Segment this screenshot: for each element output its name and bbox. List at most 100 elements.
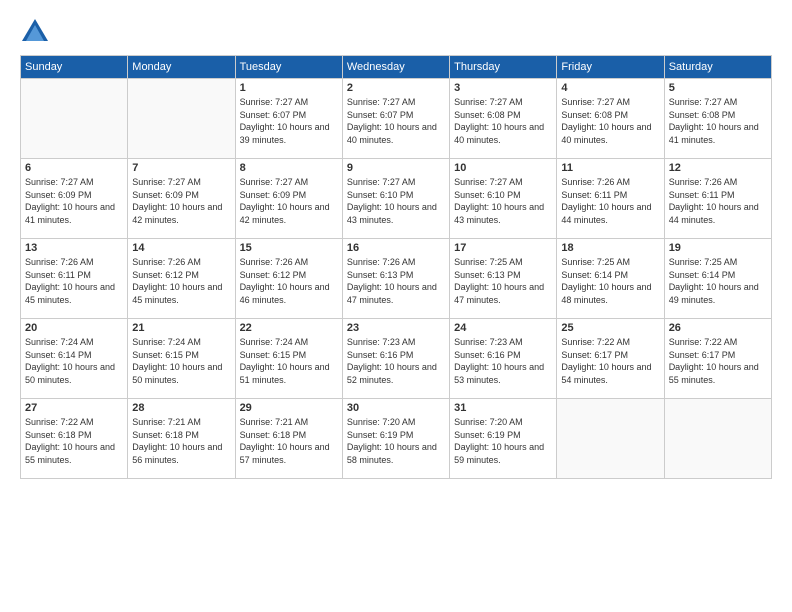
calendar-cell: 21 Sunrise: 7:24 AMSunset: 6:15 PMDayligh…: [128, 319, 235, 399]
day-number: 12: [669, 162, 767, 174]
day-number: 24: [454, 322, 552, 334]
header: [20, 15, 772, 45]
calendar-cell: 28 Sunrise: 7:21 AMSunset: 6:18 PMDayligh…: [128, 399, 235, 479]
calendar-cell: 3 Sunrise: 7:27 AMSunset: 6:08 PMDaylight…: [450, 79, 557, 159]
day-info: Sunrise: 7:22 AMSunset: 6:17 PMDaylight:…: [561, 336, 659, 386]
day-info: Sunrise: 7:23 AMSunset: 6:16 PMDaylight:…: [454, 336, 552, 386]
calendar-cell: 22 Sunrise: 7:24 AMSunset: 6:15 PMDayligh…: [235, 319, 342, 399]
day-info: Sunrise: 7:24 AMSunset: 6:15 PMDaylight:…: [132, 336, 230, 386]
day-number: 23: [347, 322, 445, 334]
day-info: Sunrise: 7:26 AMSunset: 6:11 PMDaylight:…: [669, 176, 767, 226]
calendar-cell: 6 Sunrise: 7:27 AMSunset: 6:09 PMDaylight…: [21, 159, 128, 239]
day-number: 10: [454, 162, 552, 174]
calendar-cell: 12 Sunrise: 7:26 AMSunset: 6:11 PMDayligh…: [664, 159, 771, 239]
day-number: 21: [132, 322, 230, 334]
page: SundayMondayTuesdayWednesdayThursdayFrid…: [0, 0, 792, 612]
day-info: Sunrise: 7:27 AMSunset: 6:08 PMDaylight:…: [454, 96, 552, 146]
day-number: 8: [240, 162, 338, 174]
day-number: 4: [561, 82, 659, 94]
calendar-cell: 23 Sunrise: 7:23 AMSunset: 6:16 PMDayligh…: [342, 319, 449, 399]
calendar-header-tuesday: Tuesday: [235, 56, 342, 79]
calendar-cell: 1Sunrise: 7:27 AMSunset: 6:07 PMDaylight…: [235, 79, 342, 159]
day-info: Sunrise: 7:27 AMSunset: 6:09 PMDaylight:…: [25, 176, 123, 226]
day-number: 20: [25, 322, 123, 334]
day-number: 29: [240, 402, 338, 414]
calendar-week-1: 1 Sunrise: 7:27 AMSunset: 6:07 PMDaylight…: [21, 79, 772, 159]
day-info: Sunrise: 7:25 AMSunset: 6:14 PMDaylight:…: [561, 256, 659, 306]
day-number: 2: [347, 82, 445, 94]
day-number: 11: [561, 162, 659, 174]
calendar-cell: 15 Sunrise: 7:26 AMSunset: 6:12 PMDayligh…: [235, 239, 342, 319]
calendar-cell: [128, 79, 235, 159]
day-info: Sunrise: 7:25 AMSunset: 6:13 PMDaylight:…: [454, 256, 552, 306]
day-info: Sunrise: 7:26 AMSunset: 6:13 PMDaylight:…: [347, 256, 445, 306]
day-number: 14: [132, 242, 230, 254]
day-info: Sunrise: 7:27 AMSunset: 6:10 PMDaylight:…: [347, 176, 445, 226]
calendar-cell: 10 Sunrise: 7:27 AMSunset: 6:10 PMDayligh…: [450, 159, 557, 239]
calendar-cell: 24 Sunrise: 7:23 AMSunset: 6:16 PMDayligh…: [450, 319, 557, 399]
logo-icon: [20, 15, 50, 45]
calendar-cell: 14 Sunrise: 7:26 AMSunset: 6:12 PMDayligh…: [128, 239, 235, 319]
calendar-cell: [664, 399, 771, 479]
calendar-header-friday: Friday: [557, 56, 664, 79]
calendar-cell: 30Sunrise: 7:20 AMSunset: 6:19 PMDayligh…: [342, 399, 449, 479]
calendar-header-thursday: Thursday: [450, 56, 557, 79]
day-number: 18: [561, 242, 659, 254]
day-number: 3: [454, 82, 552, 94]
calendar-header-monday: Monday: [128, 56, 235, 79]
calendar-cell: 9 Sunrise: 7:27 AMSunset: 6:10 PMDaylight…: [342, 159, 449, 239]
day-number: 15: [240, 242, 338, 254]
calendar-cell: 4 Sunrise: 7:27 AMSunset: 6:08 PMDaylight…: [557, 79, 664, 159]
day-info: Sunrise: 7:25 AMSunset: 6:14 PMDaylight:…: [669, 256, 767, 306]
day-info: Sunrise: 7:27 AMSunset: 6:08 PMDaylight:…: [561, 96, 659, 146]
day-number: 9: [347, 162, 445, 174]
day-info: Sunrise: 7:22 AMSunset: 6:18 PMDaylight:…: [25, 416, 123, 466]
calendar-header-row: SundayMondayTuesdayWednesdayThursdayFrid…: [21, 56, 772, 79]
calendar-cell: [557, 399, 664, 479]
day-info: Sunrise: 7:20 AMSunset: 6:19 PMDaylight:…: [347, 416, 445, 466]
calendar-week-4: 20 Sunrise: 7:24 AMSunset: 6:14 PMDayligh…: [21, 319, 772, 399]
day-info: Sunrise: 7:23 AMSunset: 6:16 PMDaylight:…: [347, 336, 445, 386]
day-number: 26: [669, 322, 767, 334]
calendar-week-2: 6 Sunrise: 7:27 AMSunset: 6:09 PMDaylight…: [21, 159, 772, 239]
day-info: Sunrise: 7:27 AMSunset: 6:10 PMDaylight:…: [454, 176, 552, 226]
day-info: Sunrise: 7:26 AMSunset: 6:11 PMDaylight:…: [561, 176, 659, 226]
day-number: 27: [25, 402, 123, 414]
day-number: 31: [454, 402, 552, 414]
day-info: Sunrise: 7:21 AMSunset: 6:18 PMDaylight:…: [240, 416, 338, 466]
calendar-header-sunday: Sunday: [21, 56, 128, 79]
day-number: 28: [132, 402, 230, 414]
logo: [20, 15, 54, 45]
day-info: Sunrise: 7:26 AMSunset: 6:12 PMDaylight:…: [132, 256, 230, 306]
calendar-header-saturday: Saturday: [664, 56, 771, 79]
calendar-cell: 27 Sunrise: 7:22 AMSunset: 6:18 PMDayligh…: [21, 399, 128, 479]
calendar-cell: 2 Sunrise: 7:27 AMSunset: 6:07 PMDaylight…: [342, 79, 449, 159]
day-number: 22: [240, 322, 338, 334]
day-info: Sunrise: 7:24 AMSunset: 6:15 PMDaylight:…: [240, 336, 338, 386]
day-info: Sunrise: 7:21 AMSunset: 6:18 PMDaylight:…: [132, 416, 230, 466]
calendar-cell: 8Sunrise: 7:27 AMSunset: 6:09 PMDaylight…: [235, 159, 342, 239]
day-number: 17: [454, 242, 552, 254]
calendar-cell: 31Sunrise: 7:20 AMSunset: 6:19 PMDayligh…: [450, 399, 557, 479]
calendar-cell: 7 Sunrise: 7:27 AMSunset: 6:09 PMDaylight…: [128, 159, 235, 239]
calendar-cell: 29 Sunrise: 7:21 AMSunset: 6:18 PMDayligh…: [235, 399, 342, 479]
day-info: Sunrise: 7:27 AMSunset: 6:09 PMDaylight:…: [132, 176, 230, 226]
day-number: 16: [347, 242, 445, 254]
day-info: Sunrise: 7:27 AMSunset: 6:08 PMDaylight:…: [669, 96, 767, 146]
day-number: 6: [25, 162, 123, 174]
day-info: Sunrise: 7:24 AMSunset: 6:14 PMDaylight:…: [25, 336, 123, 386]
day-number: 7: [132, 162, 230, 174]
day-info: Sunrise: 7:26 AMSunset: 6:11 PMDaylight:…: [25, 256, 123, 306]
day-info: Sunrise: 7:26 AMSunset: 6:12 PMDaylight:…: [240, 256, 338, 306]
day-info: Sunrise: 7:27 AMSunset: 6:07 PMDaylight:…: [347, 96, 445, 146]
calendar-cell: [21, 79, 128, 159]
day-number: 25: [561, 322, 659, 334]
calendar-cell: 11 Sunrise: 7:26 AMSunset: 6:11 PMDayligh…: [557, 159, 664, 239]
calendar-cell: 20 Sunrise: 7:24 AMSunset: 6:14 PMDayligh…: [21, 319, 128, 399]
calendar-cell: 19 Sunrise: 7:25 AMSunset: 6:14 PMDayligh…: [664, 239, 771, 319]
calendar-table: SundayMondayTuesdayWednesdayThursdayFrid…: [20, 55, 772, 479]
day-number: 1: [240, 82, 338, 94]
day-number: 5: [669, 82, 767, 94]
calendar-week-3: 13Sunrise: 7:26 AMSunset: 6:11 PMDayligh…: [21, 239, 772, 319]
day-number: 19: [669, 242, 767, 254]
